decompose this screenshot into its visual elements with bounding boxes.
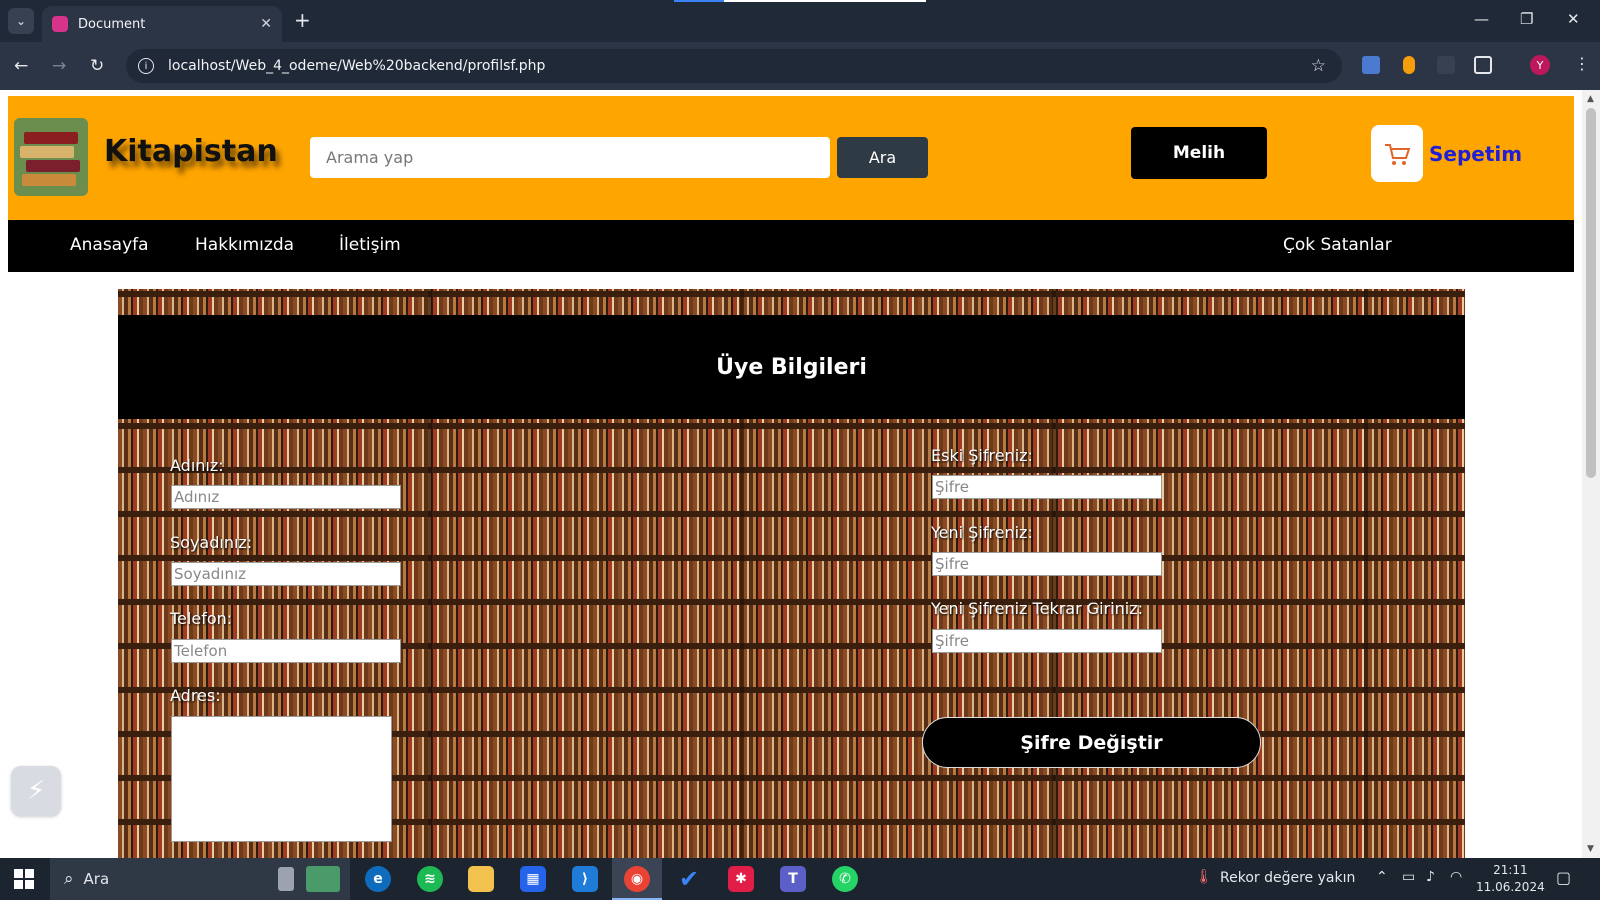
site-info-icon[interactable]: i xyxy=(138,58,154,74)
browser-toolbar: ← → ↻ i localhost/Web_4_odeme/Web%20back… xyxy=(0,42,1600,90)
tab-title: Document xyxy=(78,16,146,32)
forward-arrow-icon[interactable]: → xyxy=(52,56,66,76)
file-explorer-icon[interactable] xyxy=(468,866,494,892)
window-close-button[interactable]: ✕ xyxy=(1567,10,1580,28)
tab-search-button[interactable]: ⌄ xyxy=(8,8,34,34)
clock-time: 21:11 xyxy=(1493,863,1528,877)
repeat-password-label: Yeni Şifreniz Tekrar Giriniz: xyxy=(931,599,1143,618)
edge-icon[interactable]: e xyxy=(365,866,391,892)
reload-icon[interactable]: ↻ xyxy=(90,56,104,76)
teams-icon[interactable]: T xyxy=(780,866,806,892)
old-password-label: Eski Şifreniz: xyxy=(931,446,1033,465)
address-field[interactable] xyxy=(171,716,392,842)
bookmark-star-icon[interactable]: ☆ xyxy=(1311,56,1326,76)
browser-menu-icon[interactable]: ⋮ xyxy=(1574,54,1590,73)
site-header: Kitapistan Ara Melih Sepetim xyxy=(8,96,1574,220)
name-field[interactable] xyxy=(171,485,401,509)
profile-avatar[interactable]: Y xyxy=(1530,55,1550,75)
address-bar[interactable]: i localhost/Web_4_odeme/Web%20backend/pr… xyxy=(126,49,1342,83)
url-text: localhost/Web_4_odeme/Web%20backend/prof… xyxy=(168,58,546,74)
page-load-progress xyxy=(674,0,926,2)
clock-date: 11.06.2024 xyxy=(1476,880,1545,894)
app-icon[interactable]: ✱ xyxy=(728,866,754,892)
weather-text[interactable]: Rekor değere yakın xyxy=(1220,870,1355,886)
nav-contact-link[interactable]: İletişim xyxy=(339,235,401,255)
taskbar-clock[interactable]: 21:11 11.06.2024 xyxy=(1476,862,1545,896)
windows-start-icon[interactable] xyxy=(14,869,34,889)
spotify-icon[interactable]: ≋ xyxy=(417,866,443,892)
extension-icon[interactable] xyxy=(1403,56,1415,74)
profile-title-bar: Üye Bilgileri xyxy=(118,315,1465,419)
whatsapp-icon[interactable]: ✆ xyxy=(832,866,858,892)
new-password-field[interactable] xyxy=(932,552,1162,576)
extensions-puzzle-icon[interactable] xyxy=(1474,56,1492,74)
taskbar-search-label: Ara xyxy=(83,870,110,888)
main-navigation: Anasayfa Hakkımızda İletişim Çok Satanla… xyxy=(8,220,1574,272)
browser-tab-bar: ⌄ Document ✕ + — ❐ ✕ xyxy=(0,0,1600,42)
volume-icon[interactable]: ♪ xyxy=(1426,869,1435,885)
nav-about-link[interactable]: Hakkımızda xyxy=(195,235,294,255)
wifi-icon[interactable]: ◠ xyxy=(1450,869,1462,885)
map-icon xyxy=(306,866,340,892)
windows-taskbar: ⌕ Ara e ≋ ▦ ⟩ ◉ ✔ ✱ T ✆ 🌡 Rekor değere y… xyxy=(0,858,1600,900)
repeat-password-field[interactable] xyxy=(932,629,1162,653)
nav-bestsellers-link[interactable]: Çok Satanlar xyxy=(1283,235,1392,255)
phone-label: Telefon: xyxy=(170,609,233,628)
tab-close-icon[interactable]: ✕ xyxy=(260,16,272,32)
cart-label: Sepetim xyxy=(1429,141,1523,166)
notifications-icon[interactable]: ▢ xyxy=(1556,868,1571,887)
browser-tab[interactable]: Document ✕ xyxy=(42,6,282,42)
new-tab-button[interactable]: + xyxy=(294,10,311,30)
tray-chevron-icon[interactable]: ⌃ xyxy=(1376,869,1388,885)
surname-label: Soyadınız: xyxy=(170,533,253,552)
window-restore-button[interactable]: ❐ xyxy=(1520,10,1533,28)
thermometer-icon: 🌡 xyxy=(1195,869,1213,885)
taskbar-search[interactable]: ⌕ Ara xyxy=(50,858,350,900)
search-icon: ⌕ xyxy=(64,869,74,889)
change-password-button[interactable]: Şifre Değiştir xyxy=(922,717,1261,768)
lightning-widget-icon[interactable]: ⚡ xyxy=(11,766,61,816)
name-label: Adınız: xyxy=(170,456,224,475)
cart-link[interactable]: Sepetim xyxy=(1371,125,1522,182)
page-scrollbar[interactable]: ▲ ▼ xyxy=(1582,90,1600,858)
search-button[interactable]: Ara xyxy=(837,137,928,178)
phone-field[interactable] xyxy=(171,639,401,663)
new-password-label: Yeni Şifreniz: xyxy=(931,523,1033,542)
scrollbar-thumb[interactable] xyxy=(1586,108,1596,478)
scroll-down-icon[interactable]: ▼ xyxy=(1587,844,1594,854)
user-account-button[interactable]: Melih xyxy=(1131,127,1267,179)
translate-extension-icon[interactable] xyxy=(1362,56,1380,74)
tab-favicon-icon xyxy=(52,16,68,32)
battery-icon[interactable]: ▭ xyxy=(1402,869,1415,885)
search-input[interactable] xyxy=(310,137,830,178)
chrome-icon[interactable]: ◉ xyxy=(624,866,650,892)
site-brand-name[interactable]: Kitapistan xyxy=(104,134,278,169)
nav-home-link[interactable]: Anasayfa xyxy=(70,235,149,255)
calendar-icon[interactable]: ▦ xyxy=(520,866,546,892)
todo-icon[interactable]: ✔ xyxy=(676,865,702,893)
old-password-field[interactable] xyxy=(932,475,1162,499)
shopping-cart-icon xyxy=(1371,125,1423,182)
scroll-up-icon[interactable]: ▲ xyxy=(1587,94,1594,104)
extension-icon[interactable] xyxy=(1437,56,1455,74)
vscode-icon[interactable]: ⟩ xyxy=(572,866,598,892)
address-label: Adres: xyxy=(170,686,221,705)
site-logo[interactable] xyxy=(14,118,88,196)
profile-panel: Üye Bilgileri Adınız: Soyadınız: Telefon… xyxy=(118,289,1465,858)
luggage-icon xyxy=(278,867,294,891)
web-page: Kitapistan Ara Melih Sepetim Anasayfa Ha… xyxy=(0,90,1600,858)
surname-field[interactable] xyxy=(171,562,401,586)
profile-title: Üye Bilgileri xyxy=(716,354,867,380)
window-minimize-button[interactable]: — xyxy=(1474,10,1489,28)
back-arrow-icon[interactable]: ← xyxy=(14,56,28,76)
